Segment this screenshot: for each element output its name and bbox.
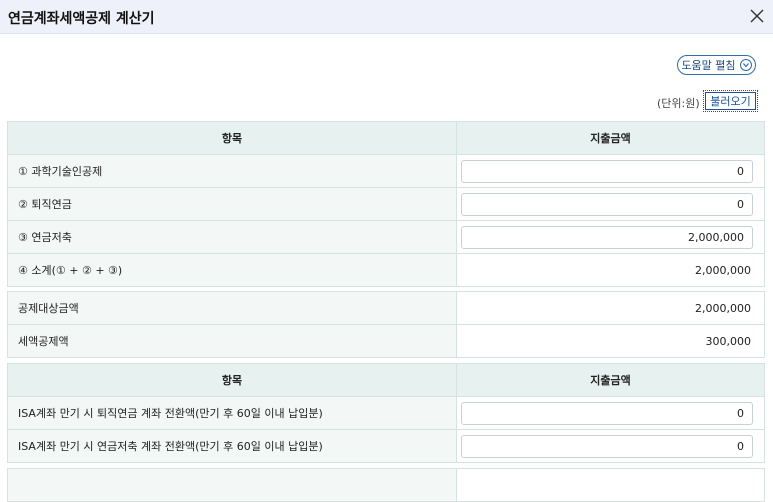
help-toggle-label: 도움말 펼침 [681,59,736,72]
close-icon[interactable] [747,6,767,26]
table-row: ④ 소계(① + ② + ③) 2,000,000 [7,253,765,287]
table-row: 공제대상금액 2,000,000 [7,291,765,325]
science-mutual-aid-input[interactable]: 0 [461,159,753,183]
table-row: ③ 연금저축 2,000,000 [7,220,765,254]
deductible-amount-value: 2,000,000 [456,291,765,325]
table-row: ① 과학기술인공제 0 [7,154,765,188]
pension-savings-input[interactable]: 2,000,000 [461,225,753,249]
contribution-table: 항목 지출금액 ① 과학기술인공제 0 ② 퇴직연금 0 ③ 연금저축 2,00… [7,121,765,287]
next-section-table [7,468,765,502]
help-toggle-button[interactable]: 도움말 펼침 [677,55,756,75]
row-label: ISA계좌 만기 시 연금저축 계좌 전환액(만기 후 60일 이내 납입분) [7,429,457,463]
retirement-pension-input[interactable]: 0 [461,192,753,216]
row-label [7,468,457,502]
tax-credit-value: 300,000 [456,324,765,358]
table-row: ISA계좌 만기 시 연금저축 계좌 전환액(만기 후 60일 이내 납입분) … [7,429,765,463]
deduction-summary-table: 공제대상금액 2,000,000 세액공제액 300,000 [7,291,765,358]
table-header-row: 항목 지출금액 [7,121,765,155]
isa-savings-transfer-input[interactable]: 0 [461,434,753,458]
row-label: 공제대상금액 [7,291,457,325]
table-row: ISA계좌 만기 시 퇴직연금 계좌 전환액(만기 후 60일 이내 납입분) … [7,396,765,430]
column-header-item: 항목 [7,363,457,397]
column-header-amount: 지출금액 [456,363,765,397]
column-header-item: 항목 [7,121,457,155]
subtotal-value: 2,000,000 [456,253,765,287]
unit-label: (단위:원) [657,97,700,110]
row-label: 세액공제액 [7,324,457,358]
dialog-title: 연금계좌세액공제 계산기 [8,11,155,27]
row-label: ② 퇴직연금 [7,187,457,221]
isa-transfer-table: 항목 지출금액 ISA계좌 만기 시 퇴직연금 계좌 전환액(만기 후 60일 … [7,363,765,463]
row-label: ISA계좌 만기 시 퇴직연금 계좌 전환액(만기 후 60일 이내 납입분) [7,396,457,430]
chevron-down-icon [739,59,752,71]
column-header-amount: 지출금액 [456,121,765,155]
table-row: 세액공제액 300,000 [7,324,765,358]
table-row: ② 퇴직연금 0 [7,187,765,221]
row-value [456,468,765,502]
table-row [7,468,765,502]
isa-retirement-transfer-input[interactable]: 0 [461,401,753,425]
dialog-header: 연금계좌세액공제 계산기 [0,0,773,34]
table-header-row: 항목 지출금액 [7,363,765,397]
row-label: ④ 소계(① + ② + ③) [7,253,457,287]
row-label: ③ 연금저축 [7,220,457,254]
row-label: ① 과학기술인공제 [7,154,457,188]
load-button[interactable]: 불러오기 [703,90,758,112]
